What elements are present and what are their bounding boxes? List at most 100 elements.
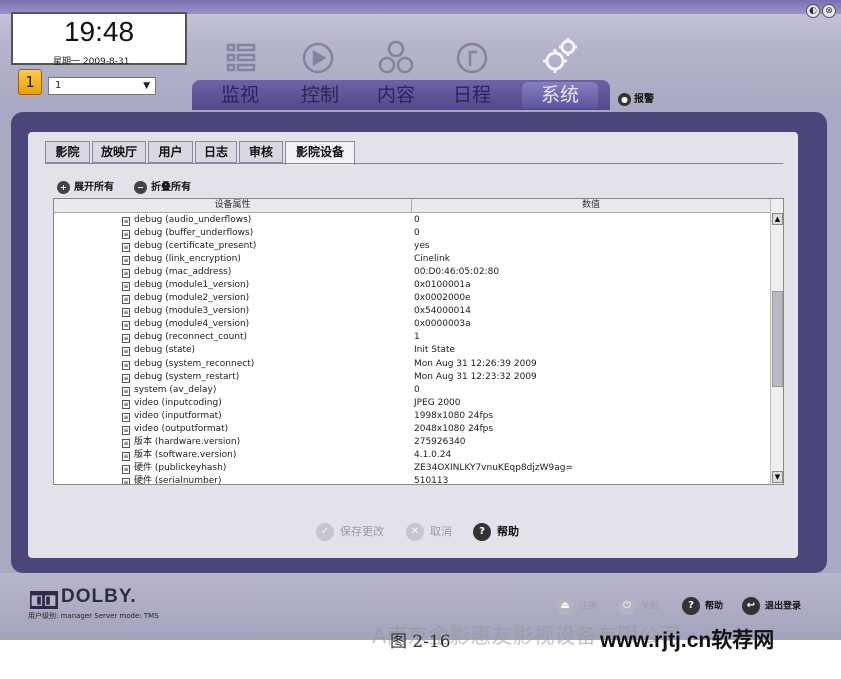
- tab-audit[interactable]: 审核: [239, 141, 283, 163]
- dolby-logo: ◧◨ DOLBY.: [30, 586, 137, 609]
- power-icon: ⏻: [618, 597, 636, 615]
- expand-all-button[interactable]: + 展开所有: [57, 178, 114, 194]
- value-cell: 4.1.0.24: [414, 449, 452, 460]
- scroll-up-icon[interactable]: ▲: [772, 213, 783, 225]
- property-cell: ≡ 硬件 (publickeyhash): [122, 462, 226, 475]
- table-row[interactable]: ≡ video (inputcoding) JPEG 2000: [54, 397, 770, 410]
- monitor-list-icon[interactable]: [220, 38, 260, 78]
- table-row[interactable]: ≡ debug (module4_version) 0x0000003a: [54, 318, 770, 331]
- help-button[interactable]: ? 帮助: [473, 523, 519, 541]
- logout-label: 注销: [579, 601, 598, 612]
- table-row[interactable]: ≡ debug (system_reconnect) Mon Aug 31 12:2…: [54, 358, 770, 371]
- table-row[interactable]: ≡ debug (buffer_underflows) 0: [54, 227, 770, 240]
- table-row[interactable]: ≡ 硬件 (serialnumber) 510113: [54, 475, 770, 485]
- table-row[interactable]: ≡ debug (reconnect_count) 1: [54, 331, 770, 344]
- dolby-brand: DOLBY.: [61, 586, 137, 607]
- property-icon: ≡: [122, 282, 130, 292]
- footer-help-button[interactable]: ? 帮助: [682, 597, 723, 615]
- tab-schedule[interactable]: 日程: [434, 82, 510, 108]
- content-reels-icon[interactable]: [376, 38, 416, 78]
- property-icon: ≡: [122, 438, 130, 448]
- property-name: debug (system_reconnect): [134, 358, 255, 369]
- table-row[interactable]: ≡ video (outputformat) 2048x1080 24fps: [54, 423, 770, 436]
- value-cell: 0: [414, 228, 420, 239]
- table-row[interactable]: ≡ debug (audio_underflows) 0: [54, 214, 770, 227]
- property-icon: ≡: [122, 321, 130, 331]
- scroll-thumb[interactable]: [772, 291, 783, 387]
- close-icon[interactable]: ⊗: [822, 4, 836, 18]
- tab-cinema-devices[interactable]: 影院设备: [285, 141, 355, 165]
- main-nav: 监视 控制 内容 日程 系统: [192, 80, 610, 110]
- system-gears-icon[interactable]: [540, 36, 580, 76]
- application-window: ◐ ⊗ 19:48 星期一 2009-8-31 1 1 ▼ 监视 控制 内容 日…: [0, 0, 841, 640]
- property-cell: ≡ debug (audio_underflows): [122, 214, 251, 227]
- table-row[interactable]: ≡ debug (module1_version) 0x0100001a: [54, 279, 770, 292]
- property-name: debug (module2_version): [134, 293, 250, 304]
- help-icon: ?: [473, 523, 491, 541]
- expand-all-label: 展开所有: [74, 182, 114, 193]
- table-row[interactable]: ≡ debug (module2_version) 0x0002000e: [54, 292, 770, 305]
- tab-monitor[interactable]: 监视: [202, 82, 278, 108]
- value-cell: yes: [414, 241, 430, 252]
- exit-login-label: 退出登录: [765, 601, 802, 612]
- column-header-value[interactable]: 数值: [412, 199, 770, 212]
- minimize-icon[interactable]: ◐: [806, 4, 820, 18]
- value-cell: 1998x1080 24fps: [414, 410, 494, 421]
- table-row[interactable]: ≡ video (inputformat) 1998x1080 24fps: [54, 410, 770, 423]
- property-icon: ≡: [122, 451, 130, 461]
- property-icon: ≡: [122, 386, 130, 396]
- collapse-all-button[interactable]: − 折叠所有: [134, 178, 191, 194]
- tab-cinema[interactable]: 影院: [45, 141, 90, 163]
- table-body: ≡ debug (audio_underflows) 0 ≡ debug (buffer…: [54, 214, 770, 485]
- property-icon: ≡: [122, 373, 130, 383]
- table-row[interactable]: ≡ debug (certificate_present) yes: [54, 240, 770, 253]
- tab-users[interactable]: 用户: [148, 141, 193, 163]
- property-cell: ≡ debug (link_encryption): [122, 253, 241, 266]
- property-cell: ≡ system (av_delay): [122, 384, 216, 397]
- value-cell: 0: [414, 215, 420, 225]
- play-control-icon[interactable]: [298, 38, 338, 78]
- property-cell: ≡ debug (reconnect_count): [122, 331, 247, 344]
- table-row[interactable]: ≡ debug (state) Init State: [54, 344, 770, 357]
- exit-login-button[interactable]: ↩ 退出登录: [742, 597, 801, 615]
- column-header-property[interactable]: 设备属性: [54, 199, 411, 212]
- table-row[interactable]: ≡ debug (link_encryption) Cinelink: [54, 253, 770, 266]
- property-name: debug (module1_version): [134, 280, 250, 291]
- logout-button[interactable]: ⏏ 注销: [556, 597, 597, 615]
- property-icon: ≡: [122, 412, 130, 422]
- shutdown-button[interactable]: ⏻ 关机: [618, 597, 659, 615]
- table-row[interactable]: ≡ debug (module3_version) 0x54000014: [54, 305, 770, 318]
- screen-select[interactable]: 1 ▼: [48, 77, 156, 95]
- schedule-clock-icon[interactable]: [452, 38, 492, 78]
- tab-auditorium[interactable]: 放映厅: [92, 141, 146, 163]
- table-row[interactable]: ≡ system (av_delay) 0: [54, 384, 770, 397]
- property-icon: ≡: [122, 464, 130, 474]
- alarm-button[interactable]: ● 报警: [618, 90, 654, 106]
- cancel-button[interactable]: ✕ 取消: [406, 523, 452, 541]
- value-cell: 0x0000003a: [414, 319, 471, 330]
- scroll-down-icon[interactable]: ▼: [772, 471, 783, 483]
- value-cell: Cinelink: [414, 254, 450, 265]
- value-cell: 0: [414, 384, 420, 395]
- table-row[interactable]: ≡ 版本 (software.version) 4.1.0.24: [54, 449, 770, 462]
- tab-content[interactable]: 内容: [358, 82, 434, 108]
- tab-control[interactable]: 控制: [282, 82, 358, 108]
- help-label: 帮助: [497, 525, 519, 538]
- table-row[interactable]: ≡ 版本 (hardware.version) 275926340: [54, 436, 770, 449]
- tab-logs[interactable]: 日志: [195, 141, 237, 163]
- property-icon: ≡: [122, 425, 130, 435]
- property-name: debug (certificate_present): [134, 241, 257, 252]
- table-row[interactable]: ≡ debug (system_restart) Mon Aug 31 12:23:…: [54, 371, 770, 384]
- property-icon: ≡: [122, 477, 130, 485]
- property-icon: ≡: [122, 347, 130, 357]
- alarm-icon: ●: [618, 93, 631, 106]
- property-name: 硬件 (serialnumber): [134, 475, 222, 485]
- tab-system[interactable]: 系统: [522, 82, 598, 108]
- vertical-scrollbar[interactable]: ▲ ▼: [770, 199, 783, 484]
- screen-number-badge[interactable]: 1: [18, 69, 42, 95]
- table-row[interactable]: ≡ 硬件 (publickeyhash) ZE34OXINLKY7vnuKEqp8d…: [54, 462, 770, 475]
- screen-select-value: 1: [55, 80, 62, 91]
- table-row[interactable]: ≡ debug (mac_address) 00:D0:46:05:02:80: [54, 266, 770, 279]
- save-changes-button[interactable]: ✓ 保存更改: [316, 523, 384, 541]
- value-cell: 1: [414, 332, 420, 343]
